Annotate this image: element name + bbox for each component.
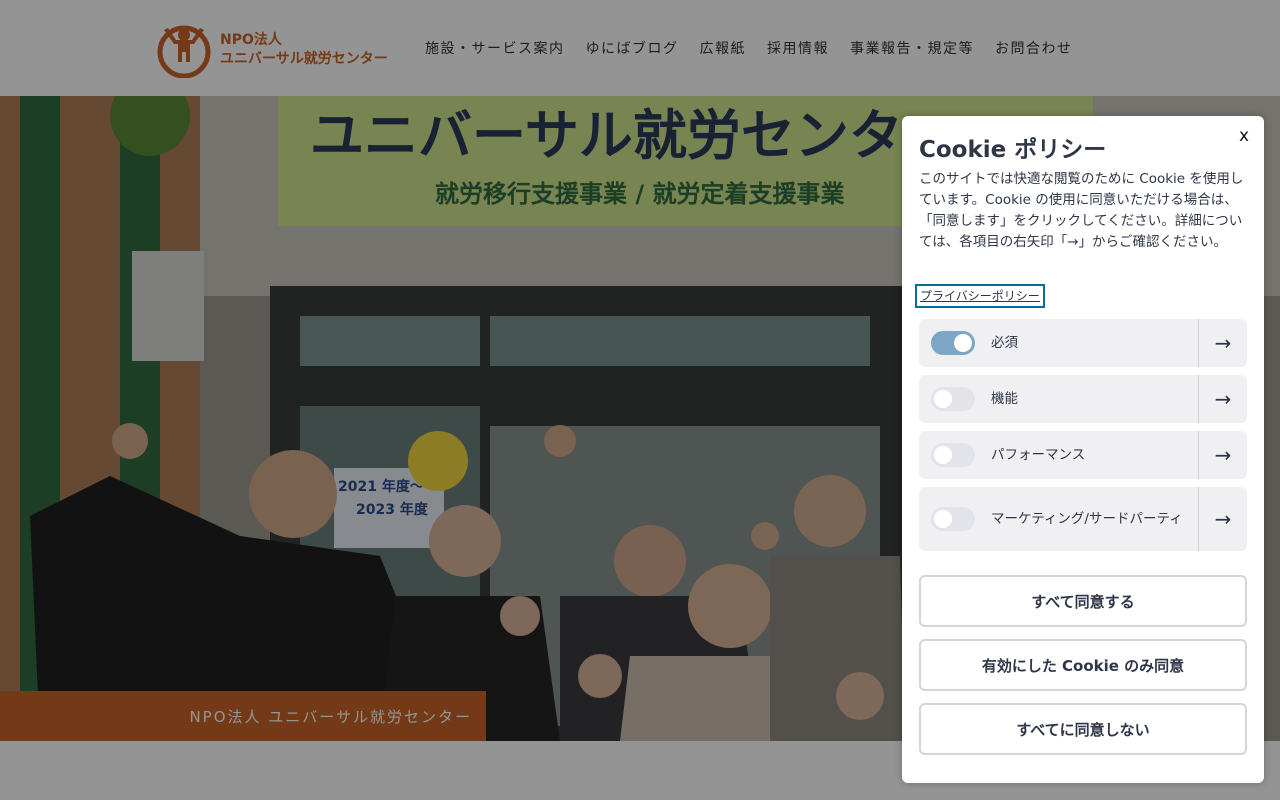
cookie-category-required: 必須 → [919,319,1247,367]
close-icon[interactable]: x [1234,126,1254,146]
arrow-right-icon[interactable]: → [1198,431,1247,479]
arrow-right-icon[interactable]: → [1198,319,1247,367]
cookie-category-label: パフォーマンス [991,446,1086,463]
toggle-knob [934,390,952,408]
toggle-knob [954,334,972,352]
cookie-category-marketing-row[interactable]: マーケティング/サードパーティ [919,487,1198,551]
accept-selected-button[interactable]: 有効にした Cookie のみ同意 [919,639,1247,691]
toggle-knob [934,446,952,464]
cookie-policy-modal: x Cookie ポリシー このサイトでは快適な閲覧のために Cookie を使… [902,116,1264,783]
privacy-policy-link[interactable]: プライバシーポリシー [915,284,1045,308]
cookie-category-label: 機能 [991,390,1018,407]
toggle-required[interactable] [931,331,975,355]
arrow-right-icon[interactable]: → [1198,487,1247,551]
reject-all-button[interactable]: すべてに同意しない [919,703,1247,755]
cookie-category-functional-row[interactable]: 機能 [919,375,1198,423]
cookie-category-functional: 機能 → [919,375,1247,423]
cookie-category-required-row[interactable]: 必須 [919,319,1198,367]
arrow-right-icon[interactable]: → [1198,375,1247,423]
cookie-category-performance: パフォーマンス → [919,431,1247,479]
cookie-modal-description: このサイトでは快適な閲覧のために Cookie を使用しています。Cookie … [919,171,1244,250]
toggle-marketing[interactable] [931,507,975,531]
cookie-category-label: 必須 [991,334,1018,351]
accept-all-button[interactable]: すべて同意する [919,575,1247,627]
cookie-modal-title: Cookie ポリシー [919,137,1107,163]
toggle-knob [934,510,952,528]
toggle-functional[interactable] [931,387,975,411]
cookie-category-performance-row[interactable]: パフォーマンス [919,431,1198,479]
toggle-performance[interactable] [931,443,975,467]
cookie-category-label: マーケティング/サードパーティ [991,510,1183,527]
cookie-category-marketing: マーケティング/サードパーティ → [919,487,1247,551]
